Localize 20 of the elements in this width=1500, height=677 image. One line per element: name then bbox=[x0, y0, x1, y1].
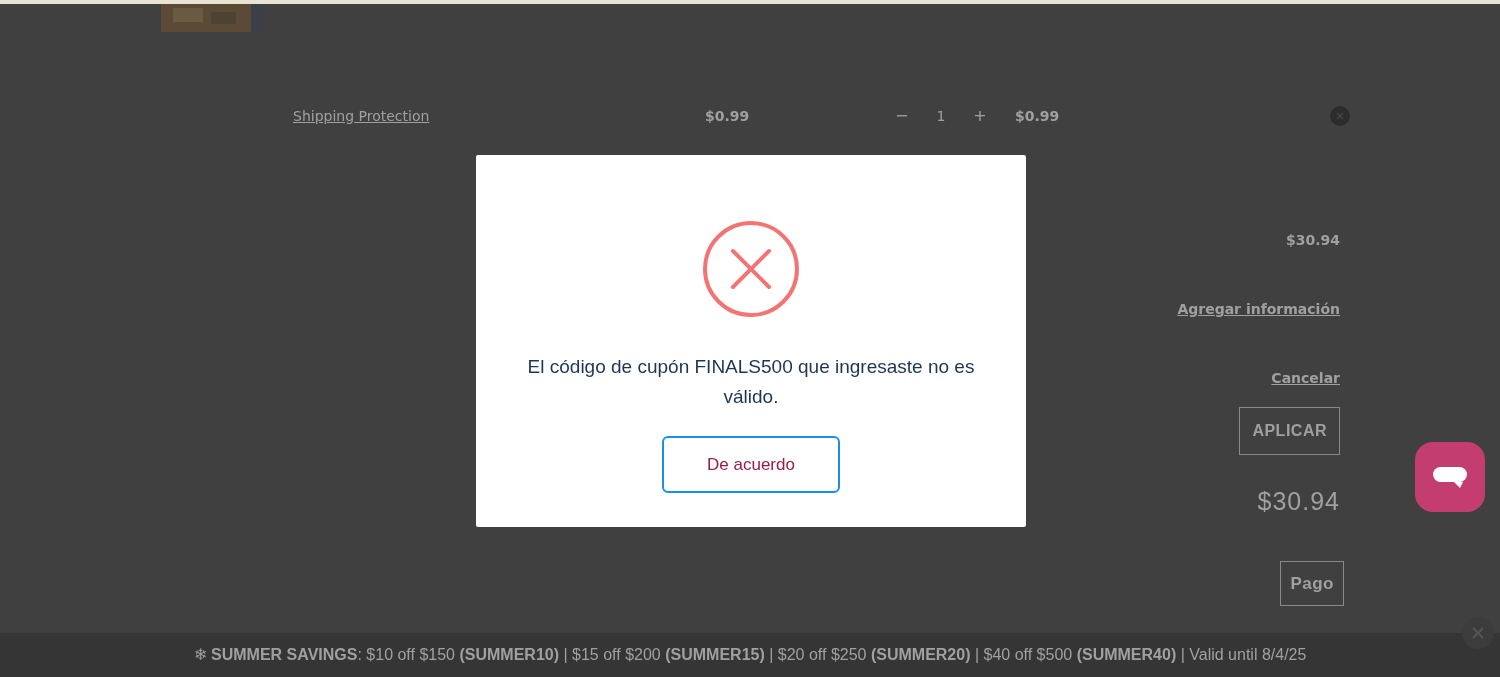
chat-button[interactable] bbox=[1415, 442, 1485, 512]
apply-button[interactable]: APLICAR bbox=[1239, 407, 1340, 455]
decrease-button[interactable]: − bbox=[895, 104, 909, 128]
add-info-link[interactable]: Agregar información bbox=[1177, 299, 1340, 320]
checkout-button[interactable]: Pago bbox=[1280, 560, 1344, 606]
error-message: El código de cupón FINALS500 que ingresaste no es válido. bbox=[526, 355, 976, 409]
close-button[interactable] bbox=[1462, 617, 1494, 649]
error-icon bbox=[702, 220, 800, 318]
subtotal-value: $30.94 bbox=[1285, 231, 1340, 250]
ok-button[interactable]: De acuerdo bbox=[662, 436, 840, 493]
cancel-link[interactable]: Cancelar bbox=[1271, 368, 1340, 389]
increase-button[interactable]: + bbox=[973, 104, 987, 128]
total-value: $30.94 bbox=[1257, 486, 1340, 517]
promo-text: ❄ SUMMER SAVINGS: $10 off $150 (SUMMER10) | $15 off $200 (SUMMER15) | $20 off $250 (SUMMER20) | $40 off $500 (SUMMER40) | Valid until 8/4/25 bbox=[193, 645, 1307, 665]
close-icon bbox=[1471, 626, 1485, 640]
unit-price: $0.99 bbox=[705, 106, 751, 126]
remove-icon[interactable] bbox=[1330, 106, 1350, 126]
quantity-value: 1 bbox=[936, 106, 946, 126]
line-total: $0.99 bbox=[1015, 106, 1061, 126]
product-link[interactable]: Shipping Protection bbox=[293, 105, 705, 127]
